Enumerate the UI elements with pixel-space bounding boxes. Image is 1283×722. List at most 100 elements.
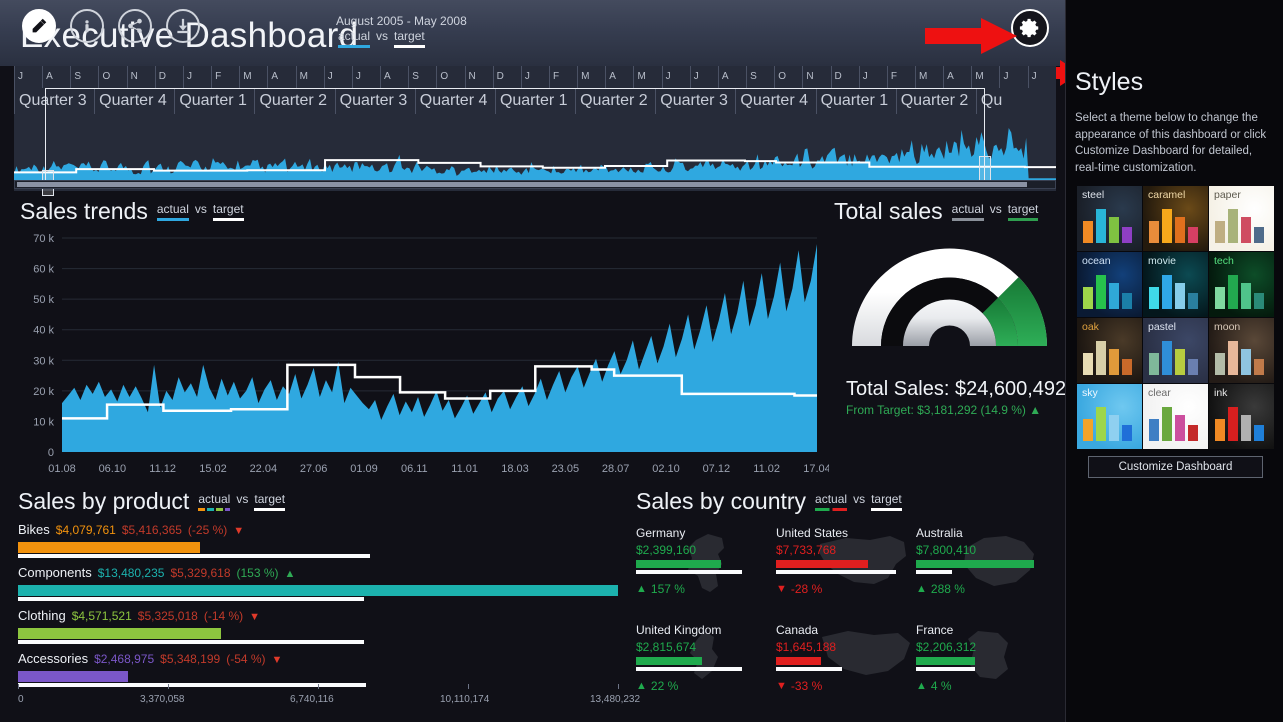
theme-swatch-movie[interactable]: movie [1143, 252, 1208, 317]
timeline-handle-right[interactable] [979, 156, 991, 182]
theme-swatch-bar [1109, 283, 1119, 309]
product-tick-label: 3,370,058 [140, 694, 185, 705]
timeline-quarter[interactable]: Quarter 2 [895, 88, 976, 114]
product-row[interactable]: Components $13,480,235 $5,329,618 (153 %) ▲ [18, 565, 618, 603]
theme-swatch-sky[interactable]: sky [1077, 384, 1142, 449]
country-pct: 288 % [930, 582, 965, 596]
country-card[interactable]: Germany $2,399,160 ▲ 157 % [636, 526, 776, 623]
product-target-bar [18, 554, 370, 558]
product-row[interactable]: Clothing $4,571,521 $5,325,018 (-14 %) ▼ [18, 608, 618, 646]
timeline-quarter[interactable]: Quarter 4 [735, 88, 815, 114]
timeline-quarter[interactable]: Quarter 2 [575, 88, 655, 114]
theme-swatch-bar [1215, 287, 1225, 309]
timeline-quarter[interactable]: Quarter 1 [174, 88, 254, 114]
timeline-month-axis: JASONDJFMAMJJASONDJFMAMJJASONDJFMAMJJ [14, 66, 1056, 88]
theme-swatch-bar [1083, 287, 1093, 309]
country-card[interactable]: France $2,206,312 ▲ 4 % [916, 623, 1056, 720]
theme-swatch-paper[interactable]: paper [1209, 186, 1274, 251]
trend-y-tick: 20 k [33, 386, 54, 398]
trend-y-tick: 70 k [33, 233, 54, 245]
timeline-quarter-axis: Quarter 3 Quarter 4 Quarter 1 Quarter 2 Quar… [14, 88, 1056, 114]
edit-pencil-button[interactable] [22, 9, 56, 43]
theme-swatch-caramel[interactable]: caramel [1143, 186, 1208, 251]
timeline-scrollbar-thumb[interactable] [17, 182, 1027, 187]
product-trend-icon: ▲ [284, 568, 296, 580]
theme-swatch-bar [1175, 415, 1185, 441]
customize-dashboard-button[interactable]: Customize Dashboard [1088, 456, 1263, 478]
theme-swatch-bar [1096, 407, 1106, 441]
timeline-month: J [520, 66, 549, 88]
sidebar-icon-bar [22, 9, 200, 43]
sidebar-description: Select a theme below to change the appea… [1075, 112, 1267, 174]
theme-swatch-bar [1215, 353, 1225, 375]
edit-pencil-icon [32, 18, 47, 33]
theme-swatch-bar [1162, 341, 1172, 375]
info-button[interactable] [70, 9, 104, 43]
product-label-line: Accessories $2,468,975 $5,348,199 (-54 %) ▼ [18, 651, 618, 668]
country-pct-group: ▲ 288 % [916, 582, 1056, 596]
timeline-quarter[interactable]: Quarter 3 [14, 88, 94, 114]
timeline-quarter[interactable]: Quarter 1 [815, 88, 896, 114]
theme-swatch-bar [1228, 209, 1238, 243]
theme-swatch-ink[interactable]: ink [1209, 384, 1274, 449]
country-card[interactable]: United States $7,733,768 ▼ -28 % [776, 526, 916, 623]
theme-swatch-bar [1149, 221, 1159, 243]
timeline-quarter[interactable]: Quarter 2 [254, 88, 334, 114]
timeline-quarter[interactable]: Quarter 1 [494, 88, 575, 114]
country-card[interactable]: United Kingdom $2,815,674 ▲ 22 % [636, 623, 776, 720]
theme-swatch-moon[interactable]: moon [1209, 318, 1274, 383]
country-card[interactable]: Australia $7,800,410 ▲ 288 % [916, 526, 1056, 623]
trend-y-tick: 50 k [33, 294, 54, 306]
theme-swatch-bar [1083, 419, 1093, 441]
country-target-bar [776, 667, 842, 671]
theme-swatch-pastel[interactable]: pastel [1143, 318, 1208, 383]
theme-swatch-bar [1175, 283, 1185, 309]
theme-swatch-tech[interactable]: tech [1209, 252, 1274, 317]
product-name: Clothing [18, 608, 66, 623]
sales-trends-header: Sales trends actual vs target [20, 198, 244, 225]
country-pct: 4 % [930, 679, 952, 693]
ctry-legend-target: target [871, 493, 902, 511]
timeline-month: A [717, 66, 746, 88]
country-bar-group [916, 560, 1034, 574]
ts-legend-target-label: target [1007, 202, 1039, 216]
timeline-month: O [436, 66, 464, 88]
ctry-legend-target-swatch [871, 508, 902, 511]
theme-swatch-oak[interactable]: oak [1077, 318, 1142, 383]
theme-swatch-label: caramel [1148, 189, 1186, 201]
prod-legend-actual-swatch [198, 508, 231, 511]
product-label-line: Components $13,480,235 $5,329,618 (153 %) ▲ [18, 565, 618, 582]
timeline-quarter[interactable]: Quarter 4 [94, 88, 174, 114]
product-tick-mark [168, 684, 169, 689]
trends-legend-vs: vs [194, 202, 207, 216]
dashboard-root: Executive Dashboard August 2005 - May 20… [0, 0, 1283, 722]
theme-swatch-steel[interactable]: steel [1077, 186, 1142, 251]
product-row[interactable]: Bikes $4,079,761 $5,416,365 (-25 %) ▼ [18, 522, 618, 560]
ts-legend-target-swatch [1007, 218, 1039, 221]
theme-swatch-preview [1083, 407, 1132, 441]
country-card[interactable]: Canada $1,645,188 ▼ -33 % [776, 623, 916, 720]
theme-swatch-bar [1254, 293, 1264, 309]
country-bar-group [636, 657, 742, 671]
timeline-quarter[interactable]: Quarter 3 [655, 88, 735, 114]
timeline-quarter[interactable]: Quarter 3 [334, 88, 415, 114]
timeline-quarter[interactable]: Quarter 4 [414, 88, 495, 114]
theme-swatch-label: ocean [1082, 255, 1111, 267]
timeline-month: J [14, 66, 42, 88]
product-bar-group [18, 628, 618, 644]
timeline-scrubber[interactable]: JASONDJFMAMJJASONDJFMAMJJASONDJFMAMJJ Qu… [13, 66, 1057, 196]
theme-swatch-clear[interactable]: clear [1143, 384, 1208, 449]
download-button[interactable] [166, 9, 200, 43]
trends-legend-actual: actual [156, 203, 189, 221]
product-rows: Bikes $4,079,761 $5,416,365 (-25 %) ▼ Compone… [18, 522, 618, 694]
share-button[interactable] [118, 9, 152, 43]
timeline-month: O [774, 66, 802, 88]
timeline-month: D [154, 66, 183, 88]
product-bar-group [18, 542, 618, 558]
country-trend-icon: ▲ [636, 679, 647, 692]
trend-x-tick: 15.02 [199, 463, 227, 475]
timeline-scrollbar[interactable] [14, 180, 1056, 189]
theme-swatch-ocean[interactable]: ocean [1077, 252, 1142, 317]
theme-swatch-bar [1083, 221, 1093, 243]
timeline-quarter[interactable]: Qu [975, 88, 1056, 114]
